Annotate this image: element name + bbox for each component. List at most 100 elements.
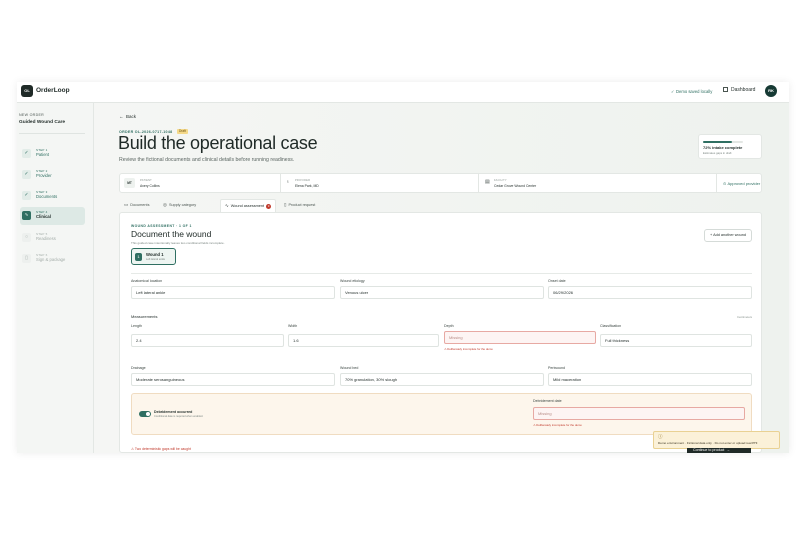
debridement-date-input[interactable]: Missing <box>533 407 745 420</box>
tab-wound-assessment[interactable]: ∿ Wound assessment 3 <box>220 199 277 212</box>
wound-chip-subtitle: Left lateral ankle <box>146 258 166 261</box>
saved-status-label: Demo saved locally <box>676 89 713 94</box>
page-title: Build the operational case <box>118 133 318 153</box>
progress-track <box>703 141 743 143</box>
step-label: Sign & package <box>36 257 66 262</box>
classification-label: Classification <box>600 324 622 328</box>
patient-value: Avery Collins <box>140 184 160 188</box>
tab-supply-category[interactable]: ◎ Supply category <box>163 199 196 212</box>
wound-bed-label: Wound bed <box>340 366 359 370</box>
depth-label: Depth <box>444 324 454 328</box>
card-title: Document the wound <box>131 229 212 239</box>
facility-value: Cedar Grove Wound Center <box>494 184 537 188</box>
step-label: Documents <box>36 194 58 199</box>
sidebar-step-patient[interactable]: ✓ STEP 1 Patient <box>20 145 85 163</box>
provider-value: Elena Park, MD <box>295 184 319 188</box>
debridement-subtitle: Conditional date is required when enable… <box>154 415 204 418</box>
length-input[interactable]: 2.4 <box>131 334 284 347</box>
back-link[interactable]: ← Back <box>119 114 136 119</box>
progress-card: 72% intake complete Estimates gaps in dr… <box>698 134 762 159</box>
depth-error-text: Deliberately incomplete for the demo <box>447 347 493 351</box>
periwound-label: Periwound <box>548 366 565 370</box>
dashboard-label: Dashboard <box>731 87 756 93</box>
debridement-panel: Debridement occurred Conditional date is… <box>131 393 752 435</box>
continue-label: Continue to product <box>693 448 725 452</box>
tab-label: Wound assessment <box>230 204 265 208</box>
summary-patient: MT PATIENT Avery Collins <box>120 174 280 192</box>
pulse-icon: ∿ <box>225 203 229 208</box>
step-label: Provider <box>36 173 52 178</box>
saved-status: ✓Demo saved locally <box>671 89 712 94</box>
sidebar-step-documents[interactable]: ✓ STEP 3 Documents <box>20 187 85 205</box>
step-label: Clinical <box>36 214 51 219</box>
info-icon: ⓘ <box>658 434 663 439</box>
progress-fill <box>703 141 732 143</box>
provider-key: PROVIDER <box>295 179 311 182</box>
debridement-toggle[interactable] <box>139 411 151 417</box>
arrow-right-icon: → <box>724 448 730 452</box>
doc-icon: ▭ <box>124 202 129 207</box>
patient-key: PATIENT <box>140 179 152 182</box>
anatomical-location-input[interactable]: Left lateral ankle <box>131 286 335 299</box>
summary-divider <box>716 174 717 192</box>
wound-chip-title: Wound 1 <box>146 252 164 257</box>
wound-etiology-input[interactable]: Venous ulcer <box>340 286 544 299</box>
width-input[interactable]: 1.6 <box>288 334 439 347</box>
wound-bed-input[interactable]: 70% granulation, 30% slough <box>340 373 544 386</box>
tab-documents[interactable]: ▭ Documents <box>124 199 149 212</box>
tab-count-badge: 3 <box>266 204 272 209</box>
sidebar-step-clinical[interactable]: ∿ STEP 4 Clinical <box>20 207 85 225</box>
card-eyebrow: WOUND ASSESSMENT · 1 OF 1 <box>131 224 192 228</box>
box-icon: ◎ <box>163 202 167 207</box>
measurements-title: Measurements <box>131 314 158 319</box>
onset-date-input[interactable]: 06/29/2026 <box>548 286 752 299</box>
sidebar-step-sign-package[interactable]: ▯ STEP 6 Sign & package <box>20 250 85 268</box>
wound-assessment-card: WOUND ASSESSMENT · 1 OF 1 Document the w… <box>119 212 762 453</box>
tab-label: Product request <box>288 203 316 207</box>
add-wound-button[interactable]: + Add another wound <box>704 229 752 242</box>
card-divider <box>131 273 752 274</box>
wound-chip[interactable]: 1 Wound 1 Left lateral ankle <box>131 248 176 265</box>
document-icon: ▯ <box>22 254 31 263</box>
main-content: ← Back ORDER OL-2026-0717-1048 Draft Bui… <box>94 103 789 453</box>
check-icon: ✓ <box>22 191 31 200</box>
continue-button[interactable]: Continue to product → <box>687 448 751 453</box>
periwound-input[interactable]: Mild maceration <box>548 373 752 386</box>
depth-input[interactable]: Missing <box>444 331 596 344</box>
length-label: Length <box>131 324 142 328</box>
summary-facility: ▤ FACILITY Cedar Grove Wound Center <box>479 174 716 192</box>
app-name: OrderLoop <box>36 87 70 94</box>
classification-input[interactable]: Full thickness <box>600 334 752 347</box>
wound-number: 1 <box>135 253 142 261</box>
sidebar-step-provider[interactable]: ✓ STEP 2 Provider <box>20 166 85 184</box>
step-label: Patient <box>36 152 50 157</box>
drainage-label: Drainage <box>131 366 146 370</box>
avatar[interactable]: RK <box>765 85 777 97</box>
debridement-error-text: Deliberately incomplete for the demo <box>536 423 582 427</box>
anatomical-location-label: Anatomical location <box>131 279 163 283</box>
dashboard-button[interactable]: Dashboard <box>723 87 755 93</box>
sidebar-step-readiness[interactable]: ○ STEP 5 Readiness <box>20 229 85 247</box>
wound-etiology-label: Wound etiology <box>340 279 365 283</box>
stethoscope-icon: ♁ <box>286 179 290 185</box>
check-icon: ✓ <box>22 170 31 179</box>
progress-subtext: Estimates gaps in draft <box>703 151 732 155</box>
summary-provider: ♁ PROVIDER Elena Park, MD <box>281 174 478 192</box>
debridement-title: Debridement occurred <box>154 410 193 414</box>
app-window: OL OrderLoop ✓Demo saved locally Dashboa… <box>17 82 789 453</box>
bottom-warning: ⚠ Two deterministic gaps will be caught <box>131 447 191 451</box>
top-bar: OL OrderLoop ✓Demo saved locally Dashboa… <box>17 82 789 103</box>
debridement-date-label: Debridement date <box>533 399 562 403</box>
width-label: Width <box>288 324 298 328</box>
drainage-input[interactable]: Moderate serosanguineous <box>131 373 335 386</box>
approved-provider: ⊙ Approved provider <box>723 181 760 186</box>
toast-text: Demo environment · Fictional data only ·… <box>658 441 758 445</box>
sidebar-eyebrow: NEW ORDER <box>19 113 45 117</box>
card-note: This guided case intentionally leaves tw… <box>131 241 225 245</box>
circle-icon: ○ <box>22 233 31 242</box>
sidebar-divider <box>19 133 85 134</box>
tab-product-request[interactable]: ▯ Product request <box>284 199 315 212</box>
tab-label: Supply category <box>168 203 197 207</box>
demo-environment-toast: ⓘ Demo environment · Fictional data only… <box>653 431 780 449</box>
back-label: Back <box>126 114 137 119</box>
